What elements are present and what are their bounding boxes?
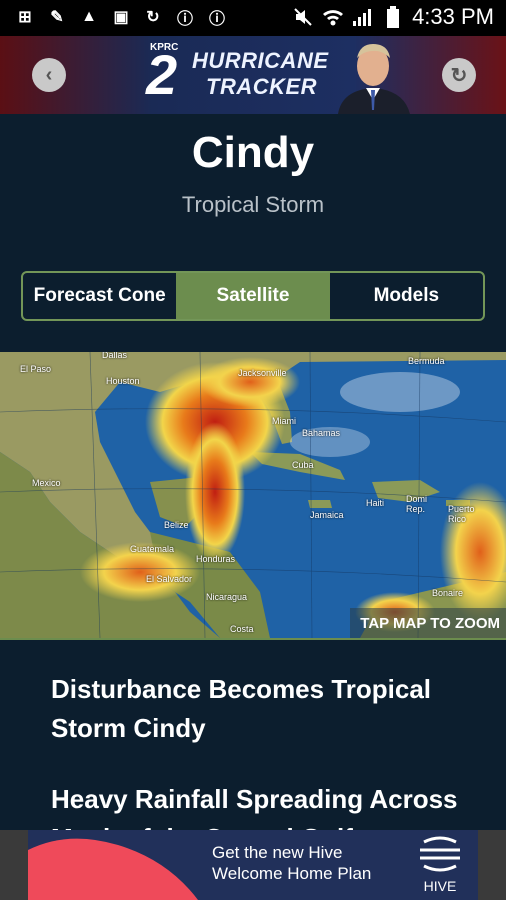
hive-icon [420,836,460,872]
battery-icon [382,6,404,28]
anchor-photo [330,40,416,114]
mute-icon [292,6,314,28]
map-label: El Salvador [146,574,193,584]
tab-forecast-cone[interactable]: Forecast Cone [23,273,176,319]
app-header: ‹ KPRC 2 HURRICANE TRACKER ↻ [0,36,506,114]
ad-brand: HIVE [423,878,457,894]
image-icon: ▣ [113,9,129,26]
map-label: Jacksonville [238,368,287,378]
tap-to-zoom-hint[interactable]: TAP MAP TO ZOOM [350,608,506,638]
map-label: Nicaragua [206,592,248,602]
map-label: Puerto Rico [448,504,475,524]
map-label: Bermuda [408,356,445,366]
system-icons: 4:33 PM [292,4,494,30]
map-label: Mexico [32,478,61,488]
refresh-icon: ↻ [450,64,468,87]
map-label: Domi Rep. [406,494,428,514]
map-label: Belize [164,520,189,530]
clock: 4:33 PM [412,4,494,29]
news-item[interactable]: Disturbance Becomes Tropical Storm Cindy [51,670,471,748]
refresh-button[interactable]: ↻ [442,58,476,92]
map-label: Houston [106,376,140,386]
map-label: Guatemala [130,544,175,554]
notification-icons: ⊞ ✎ ▲ ▣ ↻ ⓘ ⓘ [14,6,228,28]
tab-satellite[interactable]: Satellite [176,273,330,319]
ad-banner[interactable]: Get the new Hive Welcome Home Plan HIVE [0,830,506,900]
ad-line1: Get the new Hive [212,843,343,862]
warning-icon: ▲ [81,8,97,25]
add-box-icon: ⊞ [18,9,32,26]
logo-number: 2 [146,43,178,106]
storm-type: Tropical Storm [181,192,325,217]
back-button[interactable]: ‹ [32,58,66,92]
logo-line2: TRACKER [206,74,318,99]
tab-models[interactable]: Models [330,273,483,319]
ad-creative[interactable]: Get the new Hive Welcome Home Plan HIVE [28,830,478,900]
alert-icon: ⓘ [208,11,225,28]
map-label: Miami [272,416,296,426]
map-label: Bahamas [302,428,341,438]
satellite-map[interactable]: Dallas El Paso Houston Jacksonville Berm… [0,352,506,640]
hive-logo: HIVE [416,836,464,896]
map-label: Dallas [102,352,128,360]
sync-icon: ↻ [146,9,160,26]
storm-name: Cindy [191,128,315,177]
ad-line2: Welcome Home Plan [212,864,372,883]
map-label: Costa [230,624,254,634]
map-label: Haiti [366,498,385,508]
pen-icon: ✎ [50,9,64,26]
view-tabs: Forecast Cone Satellite Models [21,271,485,321]
alert-icon: ⓘ [176,11,193,28]
map-label: Cuba [292,460,314,470]
ad-text: Get the new Hive Welcome Home Plan [212,842,371,884]
map-label: Jamaica [310,510,344,520]
chevron-left-icon: ‹ [45,63,53,86]
ad-graphic [28,838,198,900]
map-label: Bonaire [432,588,464,598]
map-label: Honduras [196,554,236,564]
logo-line1: HURRICANE [192,48,329,73]
signal-icon [352,6,374,28]
app-logo: KPRC 2 HURRICANE TRACKER [146,42,346,108]
wifi-icon [322,6,344,28]
map-label: El Paso [20,364,52,374]
status-bar: ⊞ ✎ ▲ ▣ ↻ ⓘ ⓘ 4:33 PM [0,0,506,36]
